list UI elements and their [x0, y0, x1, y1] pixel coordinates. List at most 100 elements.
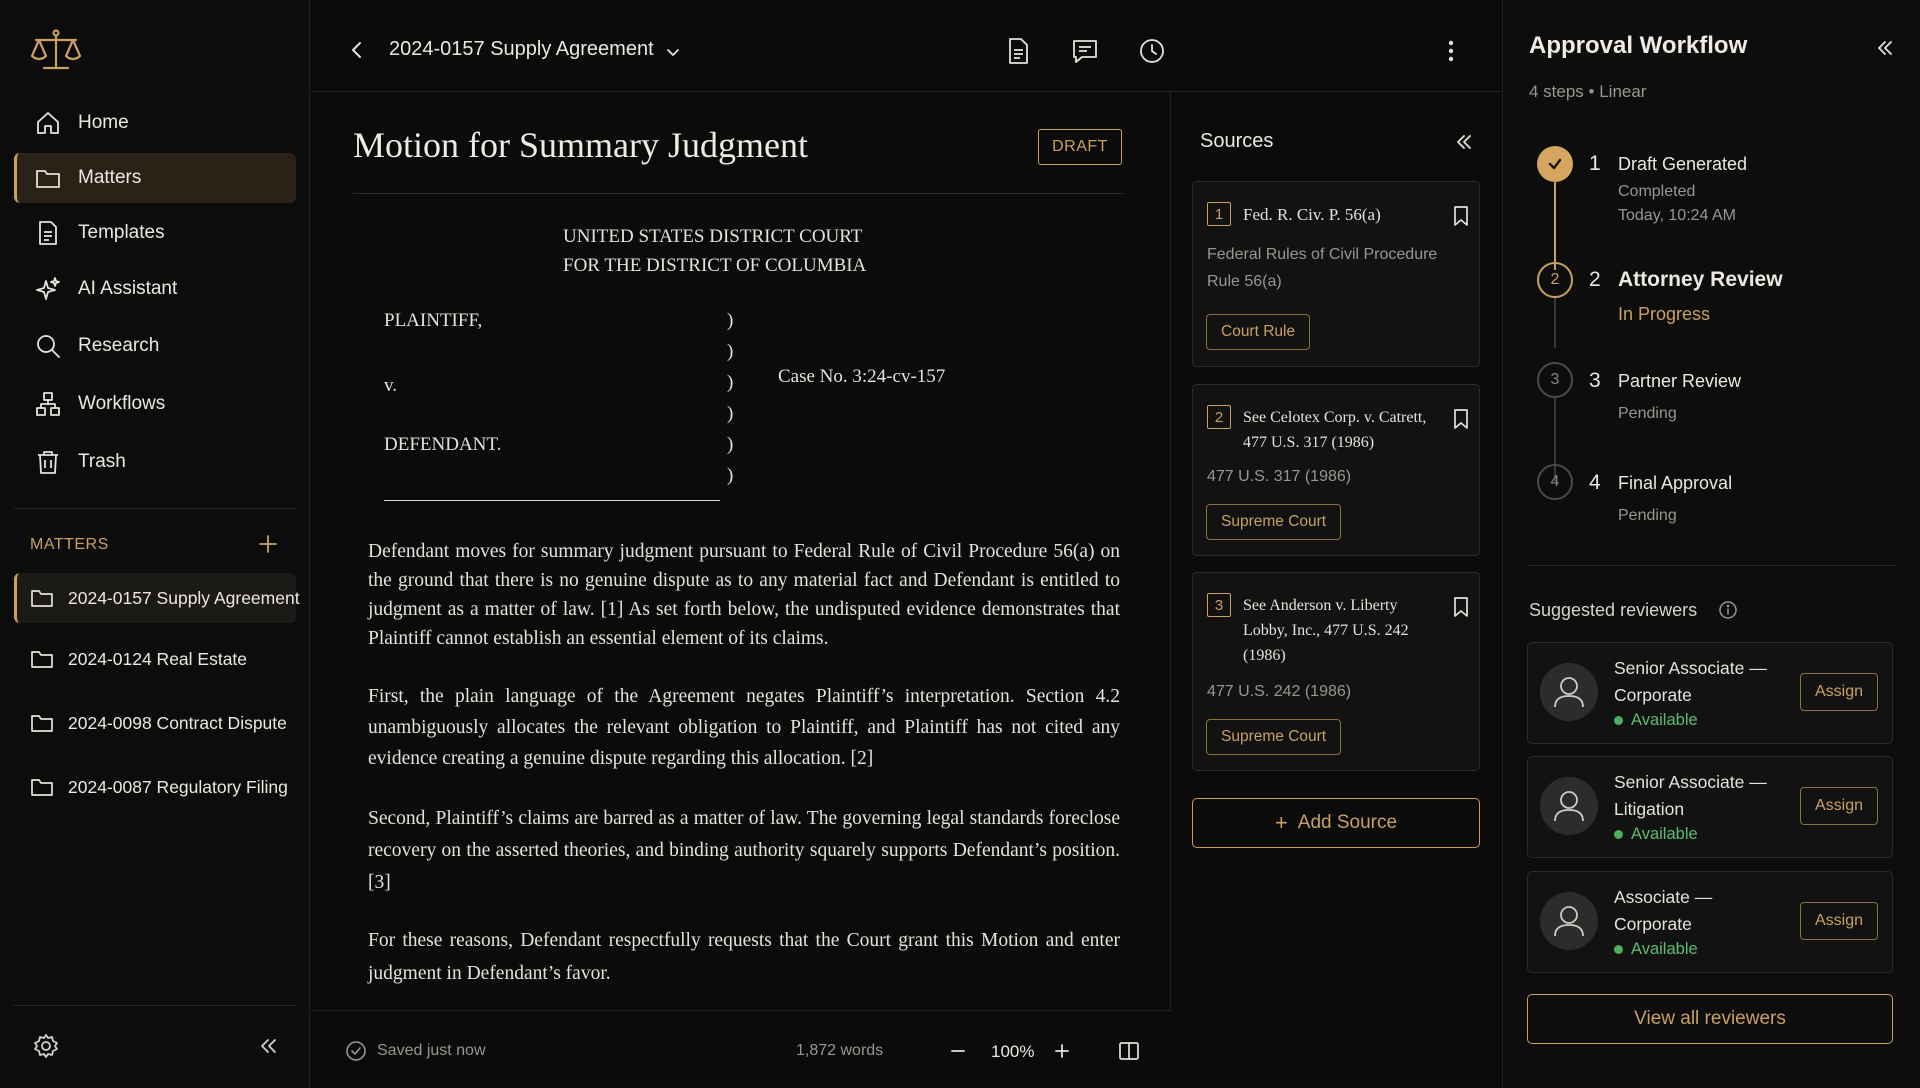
caption-paren: ) — [727, 310, 734, 331]
bookmark-icon[interactable] — [1451, 407, 1471, 431]
assign-button[interactable]: Assign — [1800, 902, 1878, 940]
nav-label: Research — [78, 335, 160, 356]
source-card[interactable]: 2 See Celotex Corp. v. Catrett, 477 U.S.… — [1192, 384, 1480, 556]
matter-label: 2024-0124 Real Estate — [68, 648, 248, 669]
assign-button[interactable]: Assign — [1800, 787, 1878, 825]
save-status: Saved just now — [377, 1042, 486, 1059]
avatar — [1540, 777, 1598, 835]
step-number: 4 — [1589, 471, 1601, 494]
document-heading: Motion for Summary Judgment — [353, 125, 808, 165]
step-marker: 2 — [1537, 262, 1573, 298]
source-tag[interactable]: Supreme Court — [1206, 719, 1342, 755]
collapse-sidebar-icon[interactable] — [254, 1032, 282, 1060]
nav-templates[interactable]: Templates — [14, 208, 296, 258]
comments-icon[interactable] — [1070, 36, 1100, 66]
matter-item[interactable]: 2024-0087 Regulatory Filing — [14, 762, 296, 812]
step-name: Partner Review — [1618, 371, 1742, 391]
step-name: Attorney Review — [1618, 268, 1783, 291]
back-arrow-icon[interactable] — [345, 36, 369, 64]
reviewer-card: Senior Associate — Litigation Available … — [1527, 756, 1893, 858]
add-matter-icon[interactable] — [256, 532, 280, 556]
nav-home[interactable]: Home — [14, 98, 296, 148]
chevron-down-icon[interactable] — [663, 42, 683, 62]
source-card[interactable]: 1 Fed. R. Civ. P. 56(a) Federal Rules of… — [1192, 181, 1480, 367]
body-paragraph: First, the plain language of the Agreeme… — [368, 686, 1120, 769]
source-tag[interactable]: Court Rule — [1206, 314, 1311, 350]
caption-paren: ) — [727, 403, 734, 424]
zoom-out-icon[interactable] — [947, 1040, 969, 1062]
court-name: UNITED STATES DISTRICT COURT — [563, 226, 863, 247]
matter-item[interactable]: 2024-0098 Contract Dispute — [14, 698, 296, 748]
source-card[interactable]: 3 See Anderson v. Liberty Lobby, Inc., 4… — [1192, 572, 1480, 771]
document-view-icon[interactable] — [1003, 36, 1033, 66]
folder-icon — [30, 586, 54, 610]
nav-research[interactable]: Research — [14, 321, 296, 371]
history-clock-icon[interactable] — [1137, 36, 1167, 66]
nav-ai-assistant[interactable]: AI Assistant — [14, 264, 296, 314]
status-bar: Saved just now 1,872 words 100% — [311, 1010, 1171, 1088]
nav-workflows[interactable]: Workflows — [14, 379, 296, 429]
caption-versus: v. — [384, 375, 398, 396]
step-number: 1 — [1589, 152, 1601, 175]
trash-icon — [34, 448, 62, 476]
zoom-in-icon[interactable] — [1051, 1040, 1073, 1062]
collapse-panel-icon[interactable] — [1452, 130, 1476, 154]
heading-divider — [353, 193, 1123, 194]
court-district: FOR THE DISTRICT OF COLUMBIA — [563, 255, 867, 276]
sources-heading: Sources — [1200, 130, 1274, 152]
more-vertical-icon[interactable] — [1439, 36, 1463, 66]
nav-trash[interactable]: Trash — [14, 437, 296, 487]
bookmark-icon[interactable] — [1451, 595, 1471, 619]
caption-plaintiff: PLAINTIFF, — [384, 310, 483, 331]
reviewer-card: Senior Associate — Corporate Available A… — [1527, 642, 1893, 744]
document-title[interactable]: 2024-0157 Supply Agreement — [389, 38, 654, 61]
check-circle-icon — [345, 1040, 367, 1062]
avatar — [1540, 892, 1598, 950]
info-icon[interactable] — [1718, 600, 1738, 620]
document-toolbar: 2024-0157 Supply Agreement — [311, 0, 1501, 92]
gear-icon[interactable] — [32, 1032, 60, 1060]
avatar — [1540, 663, 1598, 721]
view-all-reviewers-button[interactable]: View all reviewers — [1527, 994, 1893, 1044]
split-view-icon[interactable] — [1117, 1040, 1141, 1062]
add-source-button[interactable]: + Add Source — [1192, 798, 1480, 848]
nav-label: AI Assistant — [78, 278, 178, 299]
caption-paren: ) — [727, 341, 734, 362]
step-status: Pending — [1618, 507, 1677, 524]
collapse-panel-icon[interactable] — [1873, 36, 1897, 60]
zoom-level[interactable]: 100% — [991, 1042, 1034, 1062]
step-status: Completed — [1618, 183, 1696, 200]
step-complete-marker — [1537, 146, 1573, 182]
matter-item[interactable]: 2024-0124 Real Estate — [14, 634, 296, 684]
step-name: Draft Generated — [1618, 154, 1748, 174]
matter-label: 2024-0157 Supply Agreement — [68, 587, 300, 608]
step-status: Pending — [1618, 405, 1677, 422]
folder-icon — [30, 711, 54, 735]
nav-matters[interactable]: Matters — [14, 153, 296, 203]
source-number: 3 — [1207, 593, 1231, 617]
nav-label: Trash — [78, 451, 126, 472]
matter-item[interactable]: 2024-0157 Supply Agreement — [14, 573, 300, 623]
source-tag[interactable]: Supreme Court — [1206, 504, 1342, 540]
sidebar-divider — [14, 1005, 296, 1006]
bookmark-icon[interactable] — [1451, 204, 1471, 228]
assign-button[interactable]: Assign — [1800, 673, 1878, 711]
reviewer-card: Associate — Corporate Available Assign — [1527, 871, 1893, 973]
nav-label: Matters — [78, 167, 142, 188]
folder-icon — [30, 647, 54, 671]
body-paragraph: For these reasons, Defendant respectfull… — [368, 930, 1120, 984]
scales-logo-icon[interactable] — [30, 28, 82, 74]
home-icon — [34, 109, 62, 137]
caption-paren: ) — [727, 465, 734, 486]
nav-label: Home — [78, 112, 129, 133]
add-source-label: Add Source — [1297, 812, 1398, 833]
body-paragraph: Defendant moves for summary judgment pur… — [368, 541, 1120, 649]
caption-defendant: DEFENDANT. — [384, 434, 502, 455]
step-connector — [1554, 182, 1556, 270]
source-number: 2 — [1207, 405, 1231, 429]
matter-label: 2024-0098 Contract Dispute — [68, 712, 287, 733]
workflow-icon — [34, 390, 62, 418]
step-time: Today, 10:24 AM — [1618, 207, 1736, 224]
document-editor[interactable]: Motion for Summary Judgment DRAFT UNITED… — [311, 92, 1171, 1010]
check-icon — [1548, 158, 1562, 170]
